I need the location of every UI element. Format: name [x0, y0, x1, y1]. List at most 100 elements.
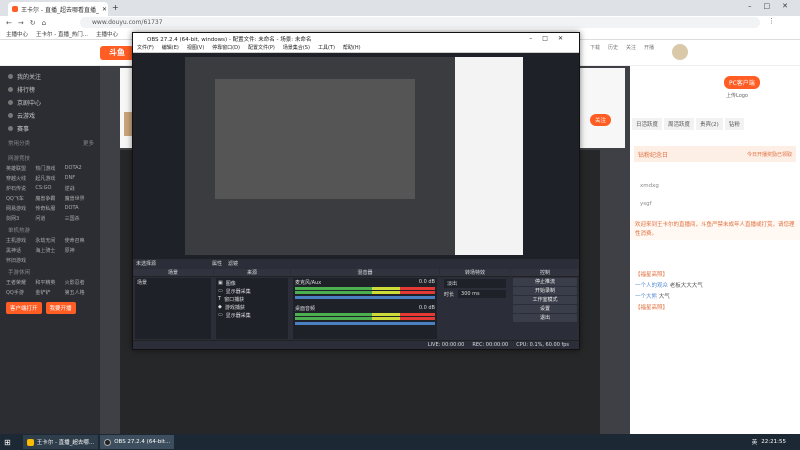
settings-button[interactable]: 设置 [513, 305, 577, 313]
menu-file[interactable]: 文件(F) [137, 44, 154, 52]
nav-back-forward-reload-icon[interactable]: ←→↻⌂ [6, 19, 52, 27]
new-tab-icon[interactable]: + [112, 3, 119, 12]
category-link[interactable]: QQ飞车 [6, 195, 35, 202]
filters-button[interactable]: 滤镜 [228, 260, 238, 267]
category-link[interactable]: 穿越火线 [6, 175, 35, 182]
category-link[interactable]: 第五人格 [65, 289, 94, 296]
category-link[interactable]: 原神 [65, 247, 94, 254]
category-link[interactable]: 热门游戏 [35, 165, 64, 172]
category-link[interactable]: 金铲铲 [35, 289, 64, 296]
menu-edit[interactable]: 编辑(E) [162, 44, 179, 52]
tab-diamond[interactable]: 钻粉 [724, 118, 744, 130]
start-live-button[interactable]: 我要开播 [45, 302, 76, 314]
source-item[interactable]: ▭ 显示器采集 [218, 311, 286, 319]
download-icon[interactable]: 下载 [590, 44, 600, 51]
menu-help[interactable]: 帮助(H) [343, 44, 361, 52]
user-row[interactable]: xmdxg [630, 180, 800, 192]
sidebar-item-opera[interactable]: 京剧中心 [0, 96, 100, 109]
clock[interactable]: 22:21:55 [761, 439, 786, 445]
category-link[interactable]: 炉石传说 [6, 185, 35, 192]
category-link[interactable]: DOTA [65, 205, 94, 212]
taskbar-app-obs[interactable]: OBS 27.2.4 (64-bit... [100, 435, 175, 449]
bookmark-item[interactable]: 主播中心 [6, 30, 28, 38]
obs-title-bar[interactable]: OBS 27.2.4 (64-bit, windows) - 配置文件: 未命名… [133, 33, 579, 44]
duration-input[interactable]: 300 ms [458, 290, 506, 298]
source-item[interactable]: ▣ 图像 [218, 279, 286, 287]
window-controls-icon[interactable]: –□✕ [748, 2, 800, 10]
category-link[interactable]: 逆战 [65, 185, 94, 192]
category-link[interactable]: 魔兽世界 [65, 195, 94, 202]
avatar[interactable] [672, 44, 688, 60]
history-icon[interactable]: 历史 [608, 44, 618, 51]
follow-button[interactable]: 关注 [590, 114, 612, 126]
browser-menu-icon[interactable]: ⋮ [768, 17, 775, 25]
category-link[interactable]: 英雄联盟 [6, 165, 35, 172]
category-link[interactable]: 主机游戏 [6, 237, 35, 244]
volume-slider[interactable] [295, 296, 435, 299]
stop-streaming-button[interactable]: 停止推流 [513, 278, 577, 286]
window-controls-icon[interactable]: –□✕ [529, 35, 573, 42]
bookmark-item[interactable]: 王卡尔 - 直播_热门... [36, 30, 88, 38]
exit-button[interactable]: 退出 [513, 314, 577, 322]
input-language[interactable]: 英 [752, 438, 758, 446]
taskbar-app-browser[interactable]: 王卡尔 - 直播_超去哪... [22, 435, 99, 449]
user-row[interactable]: ysgf [630, 198, 800, 210]
category-link[interactable]: 怀旧游戏 [6, 257, 35, 264]
category-link[interactable]: DOTA2 [65, 165, 94, 172]
category-link[interactable]: 魔兽争霸 [35, 195, 64, 202]
source-item[interactable]: ◆ 游戏捕获 [218, 303, 286, 311]
tab-weekly[interactable]: 周活跃度 [664, 118, 695, 130]
menu-docks[interactable]: 停靠窗口(D) [212, 44, 240, 52]
category-link[interactable]: 王者荣耀 [6, 279, 35, 286]
upload-logo-link[interactable]: 上传Logo [726, 92, 748, 99]
studio-mode-button[interactable]: 工作室模式 [513, 296, 577, 304]
source-item[interactable]: T 窗口捕获 [218, 295, 286, 303]
category-link[interactable]: 使命召唤 [65, 237, 94, 244]
more-link[interactable]: 更多 [83, 139, 94, 150]
broadcast-icon[interactable]: 开播 [644, 44, 654, 51]
source-item[interactable]: ▭ 显示器采集 [218, 287, 286, 295]
scene-item[interactable]: 场景 [137, 279, 209, 286]
category-link[interactable]: 网易游戏 [6, 205, 35, 212]
category-link[interactable]: 起凡游戏 [35, 175, 64, 182]
tab-daily[interactable]: 日活跃度 [632, 118, 663, 130]
menu-tools[interactable]: 工具(T) [318, 44, 335, 52]
category-link[interactable]: CS:GO [35, 185, 64, 192]
sidebar-item-follow[interactable]: 我的关注 [0, 70, 100, 83]
browser-tab[interactable]: 王卡尔 - 直播_超去哪看直播_斗鱼 ✕ [8, 2, 108, 16]
chat-user[interactable]: 一个大熊 [635, 294, 657, 300]
category-link[interactable]: QQ手游 [6, 289, 35, 296]
windows-start-icon[interactable]: ⊞ [4, 438, 11, 447]
sidebar-item-cloudgame[interactable]: 云游戏 [0, 109, 100, 122]
sidebar-item-rank[interactable]: 排行榜 [0, 83, 100, 96]
pc-client-badge[interactable]: PC客户端 [724, 76, 760, 89]
chat-user[interactable]: 一个人的观众 [635, 283, 668, 289]
category-link[interactable]: 三国杀 [65, 215, 94, 222]
category-link[interactable]: DNF [65, 175, 94, 182]
close-tab-icon[interactable]: ✕ [102, 6, 107, 13]
category-link[interactable]: 海上骑士 [35, 247, 64, 254]
open-client-button[interactable]: 客户端打开 [6, 302, 42, 314]
volume-slider[interactable] [295, 322, 435, 325]
bookmark-item[interactable]: 主播中心 [96, 30, 118, 38]
category-link[interactable]: 剑网3 [6, 215, 35, 222]
obs-window[interactable]: OBS 27.2.4 (64-bit, windows) - 配置文件: 未命名… [132, 32, 580, 350]
properties-button[interactable]: 属性 [212, 260, 222, 267]
menu-view[interactable]: 视图(V) [187, 44, 204, 52]
category-link[interactable]: 黑神话 [6, 247, 35, 254]
douyu-logo[interactable]: 斗鱼 [100, 46, 134, 60]
menu-scene-collection[interactable]: 场景集合(S) [283, 44, 310, 52]
url-input[interactable]: www.douyu.com/61737 [80, 17, 760, 28]
transition-select[interactable]: 淡出 [444, 279, 506, 288]
sidebar-item-esports[interactable]: 赛事 [0, 122, 100, 135]
category-link[interactable]: 和平精英 [35, 279, 64, 286]
start-recording-button[interactable]: 开始录制 [513, 287, 577, 295]
follow-icon[interactable]: 关注 [626, 44, 636, 51]
category-link[interactable]: 永劫无间 [35, 237, 64, 244]
category-link[interactable]: 火影忍者 [65, 279, 94, 286]
menu-profile[interactable]: 配置文件(P) [248, 44, 275, 52]
obs-preview[interactable] [133, 53, 579, 259]
tab-vip[interactable]: 贵宾(2) [696, 118, 723, 130]
category-link[interactable]: 传奇私服 [35, 205, 64, 212]
category-link[interactable]: 问道 [35, 215, 64, 222]
